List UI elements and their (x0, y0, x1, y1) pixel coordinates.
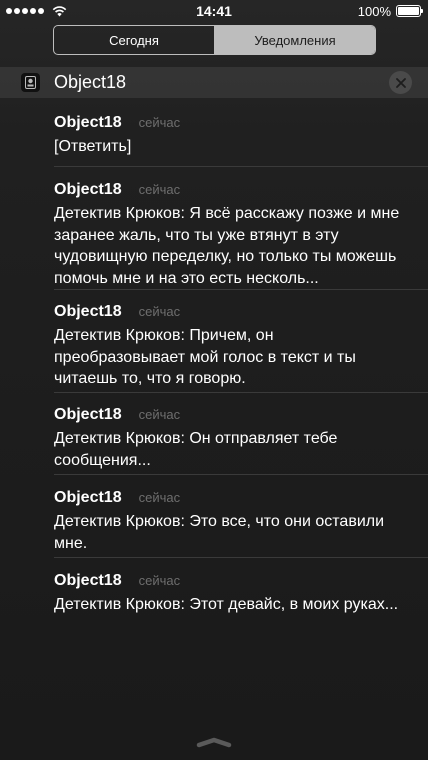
notification-sender: Object18 (54, 406, 122, 423)
notification-text: Детектив Крюков: Это все, что они остави… (54, 513, 385, 552)
status-bar: 14:41 100% (0, 0, 428, 22)
notification-sender: Object18 (54, 489, 122, 506)
divider (54, 166, 428, 167)
notification-text: Детектив Крюков: Этот девайс, в моих рук… (54, 596, 399, 613)
notification-item[interactable]: Object18 сейчас Детектив Крюков: Этот де… (54, 572, 428, 616)
notification-time: сейчас (138, 182, 181, 197)
notification-sender: Object18 (54, 114, 122, 131)
tab-today[interactable]: Сегодня (54, 26, 214, 54)
notification-text: Детектив Крюков: Причем, он преобразовыв… (54, 327, 356, 387)
app-logo-icon (25, 76, 36, 89)
tab-notifications[interactable]: Уведомления (214, 26, 375, 54)
battery-percent: 100% (357, 3, 391, 19)
battery-icon (396, 5, 423, 17)
notification-time: сейчас (138, 490, 181, 505)
notification-sender: Object18 (54, 572, 122, 589)
notification-item[interactable]: Object18 сейчас [Ответить] (54, 114, 428, 158)
notification-time: сейчас (138, 573, 181, 588)
divider (54, 557, 428, 558)
notification-sender: Object18 (54, 181, 122, 198)
view-switcher: Сегодня Уведомления (53, 25, 376, 55)
notification-text: Детектив Крюков: Я всё расскажу позже и … (54, 205, 400, 287)
clear-group-button[interactable] (389, 71, 412, 94)
notification-text: Детектив Крюков: Он отправляет тебе сооб… (54, 430, 338, 469)
notification-time: сейчас (138, 407, 181, 422)
signal-strength-icon (6, 8, 44, 14)
wifi-icon (52, 5, 67, 16)
divider (54, 474, 428, 475)
notification-time: сейчас (138, 115, 181, 130)
notification-text: [Ответить] (54, 138, 132, 155)
notification-sender: Object18 (54, 303, 122, 320)
battery-status: 100% (357, 3, 423, 19)
grabber-handle-icon[interactable] (196, 736, 232, 748)
app-group-title: Object18 (54, 72, 127, 92)
signal-and-wifi (6, 5, 67, 17)
notification-item[interactable]: Object18 сейчас Детектив Крюков: Это все… (54, 489, 428, 554)
notification-item[interactable]: Object18 сейчас Детектив Крюков: Причем,… (54, 303, 428, 390)
divider (54, 289, 428, 290)
close-icon (395, 77, 406, 88)
notification-item[interactable]: Object18 сейчас Детектив Крюков: Я всё р… (54, 181, 428, 289)
divider (54, 392, 428, 393)
notification-item[interactable]: Object18 сейчас Детектив Крюков: Он отпр… (54, 406, 428, 471)
notification-time: сейчас (138, 304, 181, 319)
app-group-header: Object18 (0, 67, 428, 98)
app-icon (21, 73, 40, 92)
